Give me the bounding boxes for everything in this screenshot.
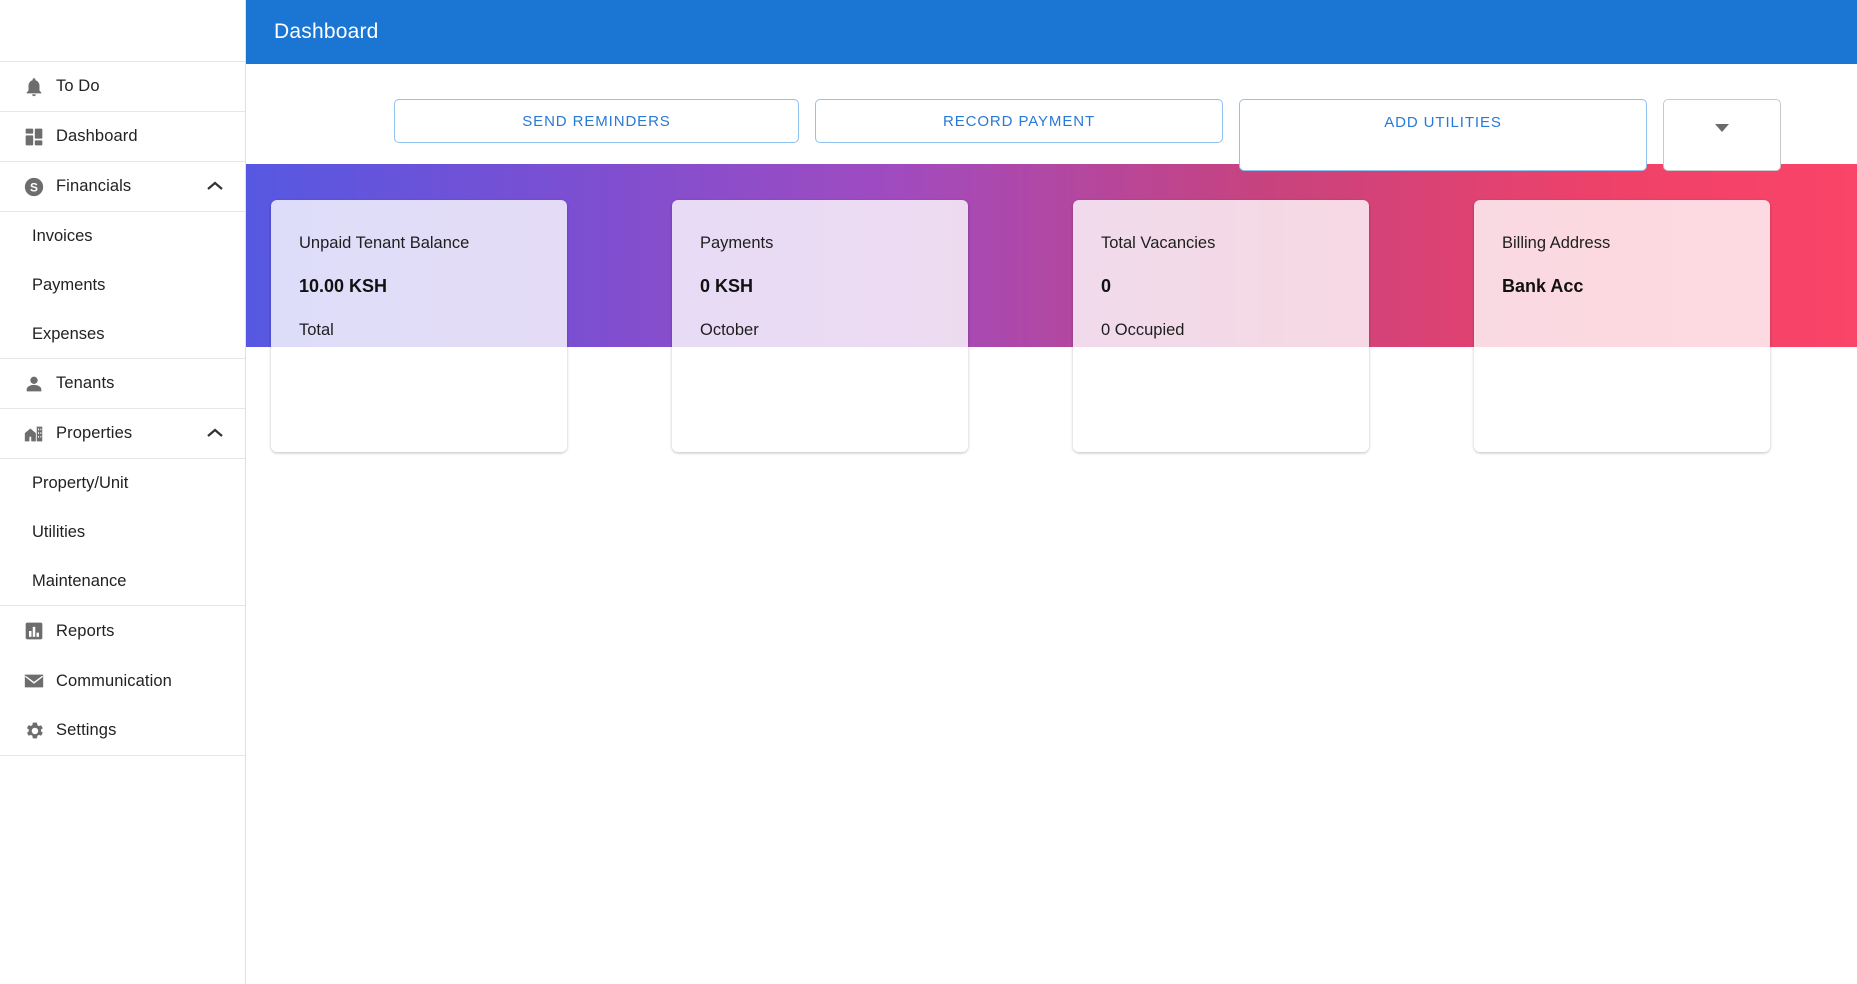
sidebar-sub-label: Expenses — [32, 324, 105, 343]
card-subtitle: Total — [299, 321, 334, 339]
card-subtitle: 0 Occupied — [1101, 321, 1185, 339]
summary-cards: Unpaid Tenant Balance 10.00 KSH Total Pa… — [246, 200, 1857, 452]
sidebar-item-dashboard[interactable]: Dashboard — [0, 112, 245, 162]
dashboard-grid-icon — [12, 127, 56, 147]
sidebar-item-utilities[interactable]: Utilities — [0, 508, 245, 557]
card-title: Total Vacancies — [1101, 234, 1216, 252]
sidebar-item-payments[interactable]: Payments — [0, 261, 245, 310]
sidebar-item-label: Dashboard — [56, 127, 138, 145]
sidebar-item-maintenance[interactable]: Maintenance — [0, 557, 245, 606]
page-header: Dashboard — [246, 0, 1857, 64]
app-root: To Do Dashboard S Financials Invoices Pa… — [0, 0, 1857, 984]
bar-chart-icon — [12, 621, 56, 641]
sidebar-item-label: To Do — [56, 77, 100, 95]
main-content: Dashboard SEND REMINDERS RECORD PAYMENT … — [246, 0, 1857, 984]
card-value: Bank Acc — [1502, 276, 1584, 296]
building-icon — [12, 423, 56, 445]
sidebar-item-settings[interactable]: Settings — [0, 706, 245, 756]
chevron-up-icon[interactable] — [207, 178, 223, 196]
bell-icon — [12, 76, 56, 98]
sidebar-item-communication[interactable]: Communication — [0, 656, 245, 706]
card-value: 10.00 KSH — [299, 276, 388, 296]
sidebar-logo-area — [0, 0, 245, 62]
sidebar-sub-label: Property/Unit — [32, 474, 129, 492]
sidebar-item-expenses[interactable]: Expenses — [0, 310, 245, 359]
sidebar-item-label: Communication — [56, 671, 172, 690]
sidebar-item-reports[interactable]: Reports — [0, 606, 245, 656]
chevron-down-icon — [1715, 124, 1729, 132]
utilities-select[interactable] — [1663, 99, 1781, 171]
svg-text:S: S — [30, 180, 38, 194]
sidebar: To Do Dashboard S Financials Invoices Pa… — [0, 0, 246, 984]
card-title: Payments — [700, 234, 774, 252]
record-payment-button[interactable]: RECORD PAYMENT — [815, 99, 1223, 143]
card-subtitle: October — [700, 321, 759, 339]
chevron-up-icon[interactable] — [207, 425, 223, 443]
sidebar-sub-label: Maintenance — [32, 571, 127, 590]
add-utilities-button[interactable]: ADD UTILITIES — [1239, 99, 1647, 171]
page-title: Dashboard — [274, 20, 379, 43]
sidebar-item-label: Reports — [56, 621, 115, 640]
envelope-icon — [12, 670, 56, 692]
card-value: 0 KSH — [700, 276, 754, 296]
sidebar-group-label: Financials — [56, 177, 132, 195]
sidebar-sub-label: Utilities — [32, 523, 86, 541]
person-icon — [12, 373, 56, 395]
send-reminders-button[interactable]: SEND REMINDERS — [394, 99, 799, 143]
card-unpaid-tenant-balance[interactable]: Unpaid Tenant Balance 10.00 KSH Total — [271, 200, 567, 452]
sidebar-sub-label: Payments — [32, 276, 106, 294]
card-title: Billing Address — [1502, 234, 1611, 252]
card-payments[interactable]: Payments 0 KSH October — [672, 200, 968, 452]
card-value: 0 — [1101, 276, 1112, 296]
sidebar-item-tenants[interactable]: Tenants — [0, 359, 245, 409]
gear-icon — [12, 720, 56, 741]
sidebar-item-property-unit[interactable]: Property/Unit — [0, 459, 245, 508]
card-billing-address[interactable]: Billing Address Bank Acc — [1474, 200, 1770, 452]
sidebar-item-invoices[interactable]: Invoices — [0, 212, 245, 261]
card-total-vacancies[interactable]: Total Vacancies 0 0 Occupied — [1073, 200, 1369, 452]
sidebar-sub-label: Invoices — [32, 227, 93, 245]
sidebar-group-properties[interactable]: Properties — [0, 409, 245, 459]
sidebar-item-label: Tenants — [56, 374, 115, 392]
sidebar-group-financials[interactable]: S Financials — [0, 162, 245, 212]
sidebar-item-label: Settings — [56, 721, 117, 739]
sidebar-item-to-do[interactable]: To Do — [0, 62, 245, 112]
sidebar-group-label: Properties — [56, 424, 133, 442]
action-toolbar: SEND REMINDERS RECORD PAYMENT ADD UTILIT… — [246, 99, 1857, 171]
card-title: Unpaid Tenant Balance — [299, 234, 470, 252]
dollar-circle-icon: S — [12, 176, 56, 198]
